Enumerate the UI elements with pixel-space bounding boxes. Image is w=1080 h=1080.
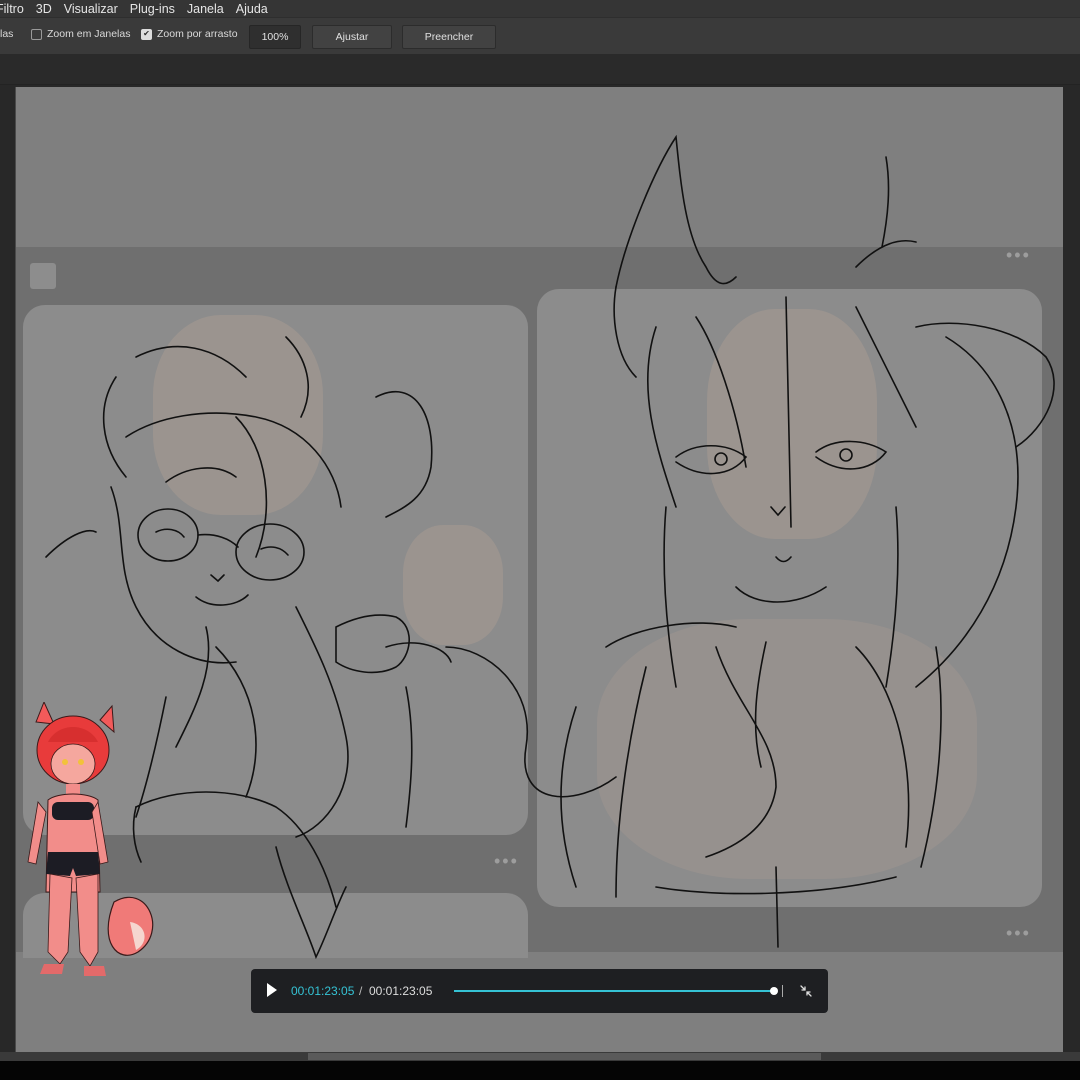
control-divider: [782, 985, 783, 997]
options-bar: las Zoom em Janelas ✔ Zoom por arrasto 1…: [0, 17, 1080, 65]
video-player-controls: 00:01:23:05 / 00:01:23:05: [251, 969, 828, 1013]
scrollbar-thumb[interactable]: [308, 1053, 821, 1060]
fill-screen-button[interactable]: Preencher tela: [402, 25, 496, 65]
zoom-windows-checkbox[interactable]: [31, 28, 42, 40]
bottom-bar: [0, 1061, 1080, 1080]
zoom-drag-label: Zoom por arrasto: [157, 28, 238, 40]
seek-handle[interactable]: [770, 987, 778, 995]
zoom-drag-checkbox[interactable]: ✔: [141, 28, 152, 40]
time-separator: /: [359, 984, 363, 998]
zoom-windows-option[interactable]: Zoom em Janelas: [31, 28, 130, 40]
menu-bar: Filtro 3D Visualizar Plug-ins Janela Aju…: [0, 0, 1080, 17]
menu-filtro[interactable]: Filtro: [0, 2, 24, 16]
menu-3d[interactable]: 3D: [36, 2, 52, 16]
zoom-value-field[interactable]: 100%: [249, 25, 301, 49]
zoom-windows-label: Zoom em Janelas: [47, 28, 131, 40]
zoom-drag-option[interactable]: ✔ Zoom por arrasto: [141, 28, 238, 40]
fit-screen-button[interactable]: Ajustar Tela: [312, 25, 392, 65]
seek-bar-progress: [454, 990, 774, 992]
exit-fullscreen-icon[interactable]: [799, 984, 813, 998]
current-time: 00:01:23:05: [291, 984, 355, 998]
character-sticker-image: [27, 702, 154, 976]
menu-plugins[interactable]: Plug-ins: [130, 2, 175, 16]
total-time: 00:01:23:05: [369, 984, 433, 998]
seek-bar[interactable]: [454, 987, 778, 995]
horizontal-scrollbar[interactable]: [0, 1052, 1080, 1061]
document-canvas[interactable]: ••• ••• •••: [15, 87, 1063, 1053]
menu-janela[interactable]: Janela: [187, 2, 224, 16]
truncated-option-label: las: [0, 28, 14, 40]
sketch-lines: [45, 134, 1055, 960]
document-tab-strip: [0, 54, 1080, 85]
menu-ajuda[interactable]: Ajuda: [236, 2, 268, 16]
menu-visualizar[interactable]: Visualizar: [64, 2, 118, 16]
play-icon[interactable]: [267, 983, 277, 997]
